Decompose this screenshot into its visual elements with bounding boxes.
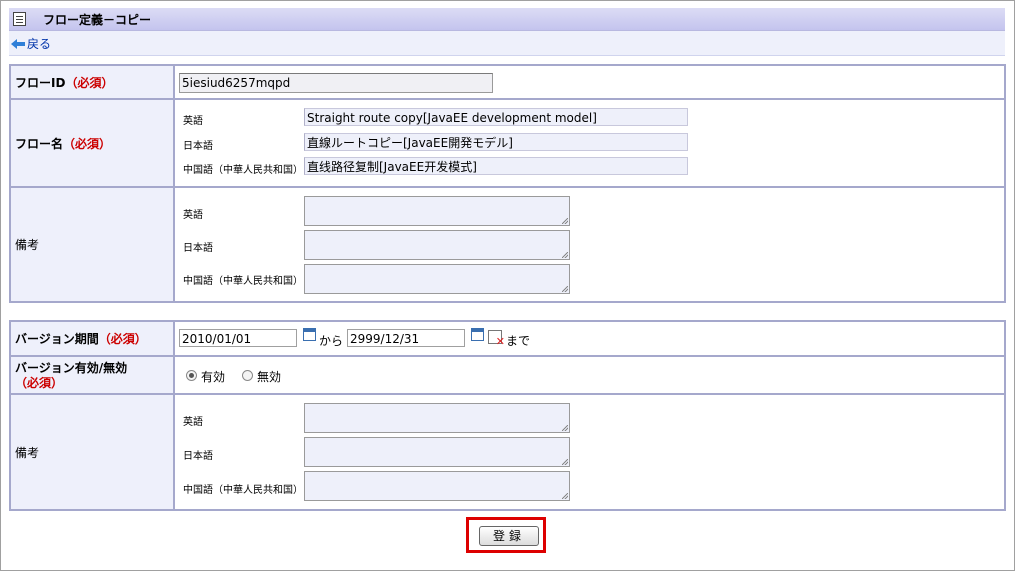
valid-radio[interactable] (186, 370, 197, 381)
version-remarks-label-cell: 備考 (9, 393, 175, 511)
flow-id-label: フローID (15, 75, 66, 90)
required-mark: （必須） (15, 376, 64, 390)
lang-label-zh: 中国語（中華人民共和国） (183, 276, 303, 287)
lang-label-zh: 中国語（中華人民共和国） (183, 165, 303, 176)
submit-highlight: 登録 (466, 517, 546, 553)
start-date-input[interactable]: 2010/01/01 (179, 329, 297, 347)
flow-id-cell: 5iesiud6257mqpd (173, 64, 1006, 100)
version-validity-cell: 有効 無効 (173, 355, 1006, 395)
flow-remarks-label: 備考 (15, 238, 40, 252)
flow-form-table: フローID（必須） 5iesiud6257mqpd フロー名（必須） 英語 St… (9, 64, 1006, 303)
end-date-input[interactable]: 2999/12/31 (347, 329, 465, 347)
version-remarks-en-textarea[interactable] (304, 403, 570, 433)
nav-bar: 戻る (9, 31, 1005, 56)
lang-label-en: 英語 (183, 417, 203, 428)
version-form-table: バージョン期間（必須） 2010/01/01 から 2999/12/31 まで … (9, 320, 1006, 511)
flow-remarks-ja-textarea[interactable] (304, 230, 570, 260)
flow-id-input[interactable]: 5iesiud6257mqpd (179, 73, 493, 93)
version-remarks-ja-textarea[interactable] (304, 437, 570, 467)
flow-remarks-en-textarea[interactable] (304, 196, 570, 226)
flow-name-label-cell: フロー名（必須） (9, 98, 175, 188)
from-text: から (319, 334, 344, 348)
version-period-label: バージョン期間 (15, 332, 99, 346)
page-title: フロー定義－コピー (43, 13, 152, 27)
lang-label-zh: 中国語（中華人民共和国） (183, 485, 303, 496)
flow-id-label-cell: フローID（必須） (9, 64, 175, 100)
version-period-label-cell: バージョン期間（必須） (9, 320, 175, 357)
version-remarks-cell: 英語 日本語 中国語（中華人民共和国） (173, 393, 1006, 511)
flow-name-ja-input[interactable]: 直線ルートコピー[JavaEE開発モデル] (304, 133, 688, 151)
back-arrow-icon (11, 38, 25, 49)
valid-radio-label[interactable]: 有効 (201, 368, 225, 385)
version-period-cell: 2010/01/01 から 2999/12/31 まで (173, 320, 1006, 357)
calendar-icon[interactable] (303, 328, 316, 341)
back-link[interactable]: 戻る (11, 35, 51, 52)
back-link-label: 戻る (27, 37, 52, 51)
document-icon (13, 12, 26, 26)
flow-remarks-cell: 英語 日本語 中国語（中華人民共和国） (173, 186, 1006, 303)
title-bar: フロー定義－コピー (9, 8, 1005, 31)
flow-name-cell: 英語 Straight route copy[JavaEE developmen… (173, 98, 1006, 188)
lang-label-ja: 日本語 (183, 243, 213, 254)
version-validity-label-cell: バージョン有効/無効 （必須） (9, 355, 175, 395)
required-mark: （必須） (65, 75, 114, 90)
until-text: まで (506, 334, 531, 348)
invalid-radio[interactable] (242, 370, 253, 381)
required-mark: （必須） (63, 136, 112, 151)
lang-label-en: 英語 (183, 210, 203, 221)
flow-remarks-label-cell: 備考 (9, 186, 175, 303)
version-remarks-label: 備考 (15, 445, 40, 460)
lang-label-en: 英語 (183, 116, 203, 127)
lang-label-ja: 日本語 (183, 141, 213, 152)
flow-name-zh-input[interactable]: 直线路径复制[JavaEE开发模式] (304, 157, 688, 175)
submit-button[interactable]: 登録 (479, 526, 539, 546)
invalid-radio-label[interactable]: 無効 (257, 368, 281, 385)
required-mark: （必須） (98, 332, 147, 346)
flow-name-en-input[interactable]: Straight route copy[JavaEE development m… (304, 108, 688, 126)
calendar-icon[interactable] (471, 328, 484, 341)
version-remarks-zh-textarea[interactable] (304, 471, 570, 501)
lang-label-ja: 日本語 (183, 451, 213, 462)
clear-date-icon[interactable] (488, 330, 505, 348)
flow-name-label: フロー名 (15, 136, 64, 151)
flow-remarks-zh-textarea[interactable] (304, 264, 570, 294)
